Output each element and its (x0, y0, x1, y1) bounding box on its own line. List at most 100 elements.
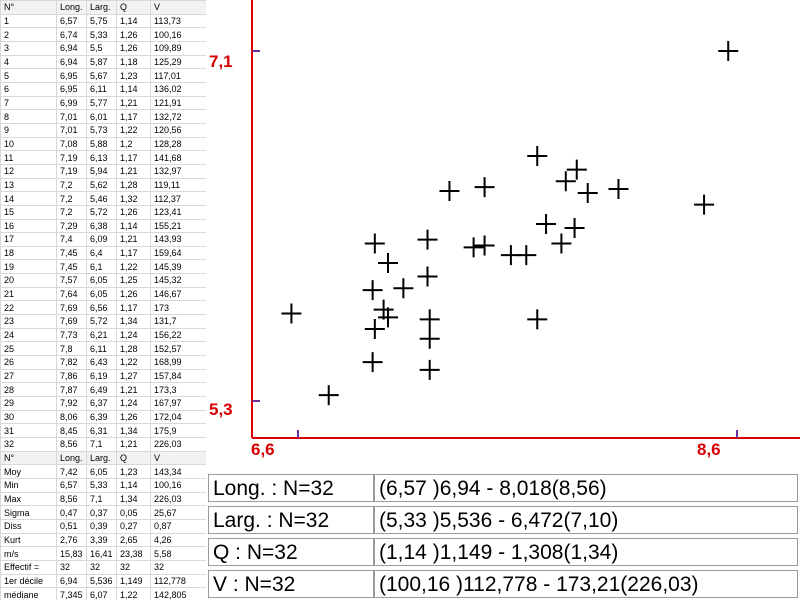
table-cell[interactable]: 5,75 (86, 13, 117, 29)
table-cell[interactable]: 7,57 (56, 273, 87, 288)
stats-row[interactable]: Min 6,57 5,33 1,14 100,16 (0, 477, 206, 493)
table-cell[interactable]: 109,89 (150, 40, 206, 56)
table-cell[interactable]: 7 (0, 95, 57, 111)
table-cell[interactable]: 1,21 (116, 232, 151, 247)
table-cell[interactable]: 19 (0, 259, 57, 275)
table-cell[interactable]: 125,29 (150, 54, 206, 70)
table-cell[interactable]: N° (0, 0, 57, 15)
table-row[interactable]: 4 6,94 5,87 1,18 125,29 (0, 54, 206, 70)
table-cell[interactable]: 6,94 (56, 54, 87, 70)
table-cell[interactable]: 1,23 (116, 464, 151, 479)
table-cell[interactable]: 6,38 (86, 218, 117, 234)
table-cell[interactable]: 14 (0, 191, 57, 206)
table-cell[interactable]: 0,27 (116, 518, 151, 534)
table-cell[interactable]: 29 (0, 396, 57, 411)
table-cell[interactable]: 8,56 (56, 437, 87, 452)
table-row[interactable]: 28 7,87 6,49 1,21 173,3 (0, 382, 206, 398)
table-cell[interactable]: 5,58 (150, 546, 206, 561)
table-cell[interactable]: 6,49 (86, 382, 117, 398)
table-row[interactable]: 17 7,4 6,09 1,21 143,93 (0, 232, 206, 247)
table-cell[interactable]: 1,24 (116, 327, 151, 343)
table-cell[interactable]: 6,07 (86, 587, 117, 600)
table-cell[interactable]: 8,56 (56, 491, 87, 507)
table-row[interactable]: 6 6,95 6,11 1,14 136,02 (0, 81, 206, 97)
table-cell[interactable]: 143,34 (150, 464, 206, 479)
table-cell[interactable]: 1,17 (116, 150, 151, 165)
table-cell[interactable]: 6,31 (86, 423, 117, 438)
table-cell[interactable]: 1,149 (116, 573, 151, 589)
table-cell[interactable]: 7,2 (56, 177, 87, 193)
table-cell[interactable]: 7,345 (56, 587, 87, 600)
table-cell[interactable]: 0,51 (56, 518, 87, 534)
table-cell[interactable]: Moy (0, 464, 57, 479)
table-cell[interactable]: 16 (0, 218, 57, 234)
table-cell[interactable]: 8,06 (56, 409, 87, 425)
table-cell[interactable]: 1,24 (116, 396, 151, 411)
table-cell[interactable]: 1,22 (116, 355, 151, 370)
table-cell[interactable]: 128,28 (150, 136, 206, 152)
data-grid[interactable]: N° Long. Larg. Q V 1 6,57 5,75 1,14 113,73 2 6,74 5,… (0, 0, 207, 600)
table-cell[interactable]: 157,84 (150, 368, 206, 384)
table-row[interactable]: 9 7,01 5,73 1,22 120,56 (0, 122, 206, 138)
table-cell[interactable]: 5,88 (86, 136, 117, 152)
table-cell[interactable]: V (150, 0, 206, 15)
table-cell[interactable]: Q (116, 0, 151, 15)
stats-row[interactable]: Diss 0,51 0,39 0,27 0,87 (0, 518, 206, 534)
table-cell[interactable]: 6,94 (56, 573, 87, 589)
table-cell[interactable]: 1,22 (116, 122, 151, 138)
table-cell[interactable]: 113,73 (150, 13, 206, 29)
table-row[interactable]: 20 7,57 6,05 1,25 145,32 (0, 273, 206, 288)
table-cell[interactable]: 7,42 (56, 464, 87, 479)
table-cell[interactable]: 132,72 (150, 109, 206, 124)
stats-row[interactable]: 1er décile 6,94 5,536 1,149 112,778 (0, 573, 206, 589)
table-row[interactable]: 12 7,19 5,94 1,21 132,97 (0, 163, 206, 179)
table-cell[interactable]: m/s (0, 546, 57, 561)
table-cell[interactable]: 6,95 (56, 68, 87, 83)
table-cell[interactable]: 5,536 (86, 573, 117, 589)
table-cell[interactable]: 120,56 (150, 122, 206, 138)
table-cell[interactable]: Min (0, 477, 57, 493)
table-cell[interactable]: 6,37 (86, 396, 117, 411)
table-cell[interactable]: 13 (0, 177, 57, 193)
table-cell[interactable]: 7,64 (56, 286, 87, 302)
table-cell[interactable]: 142,805 (150, 587, 206, 600)
table-cell[interactable]: 6 (0, 81, 57, 97)
table-cell[interactable]: 1,34 (116, 491, 151, 507)
table-cell[interactable]: 1,21 (116, 95, 151, 111)
stats-row[interactable]: Sigma 0,47 0,37 0,05 25,67 (0, 505, 206, 520)
table-row[interactable]: 27 7,86 6,19 1,27 157,84 (0, 368, 206, 384)
table-cell[interactable]: 6,56 (86, 300, 117, 316)
table-cell[interactable]: 7,69 (56, 314, 87, 329)
table-cell[interactable]: 100,16 (150, 27, 206, 42)
table-row[interactable]: 3 6,94 5,5 1,26 109,89 (0, 40, 206, 56)
table-cell[interactable]: 6,39 (86, 409, 117, 425)
table-cell[interactable]: 1,28 (116, 341, 151, 357)
table-cell[interactable]: 2,76 (56, 532, 87, 548)
table-row[interactable]: 21 7,64 6,05 1,26 146,67 (0, 286, 206, 302)
table-cell[interactable]: 11 (0, 150, 57, 165)
table-cell[interactable]: 5,72 (86, 204, 117, 220)
table-cell[interactable]: 17 (0, 232, 57, 247)
table-cell[interactable]: 7,82 (56, 355, 87, 370)
table-cell[interactable]: 173,3 (150, 382, 206, 398)
table-cell[interactable]: 6,94 (56, 40, 87, 56)
table-cell[interactable]: 1,34 (116, 314, 151, 329)
table-cell[interactable]: 7,1 (86, 437, 117, 452)
table-cell[interactable]: 5,87 (86, 54, 117, 70)
table-row[interactable]: 7 6,99 5,77 1,21 121,91 (0, 95, 206, 111)
table-row[interactable]: 14 7,2 5,46 1,32 112,37 (0, 191, 206, 206)
table-cell[interactable]: 7,08 (56, 136, 87, 152)
table-cell[interactable]: Effectif = (0, 559, 57, 575)
table-cell[interactable]: 25 (0, 341, 57, 357)
table-cell[interactable]: 6,11 (86, 341, 117, 357)
table-cell[interactable]: 7,2 (56, 204, 87, 220)
table-row[interactable]: 30 8,06 6,39 1,26 172,04 (0, 409, 206, 425)
table-cell[interactable]: 6,57 (56, 477, 87, 493)
table-cell[interactable]: 5 (0, 68, 57, 83)
table-cell[interactable]: 6,74 (56, 27, 87, 42)
table-cell[interactable]: 146,67 (150, 286, 206, 302)
table-cell[interactable]: 6,05 (86, 286, 117, 302)
table-cell[interactable]: 1 (0, 13, 57, 29)
table-cell[interactable]: 7,01 (56, 109, 87, 124)
table-cell[interactable]: 7,45 (56, 259, 87, 275)
